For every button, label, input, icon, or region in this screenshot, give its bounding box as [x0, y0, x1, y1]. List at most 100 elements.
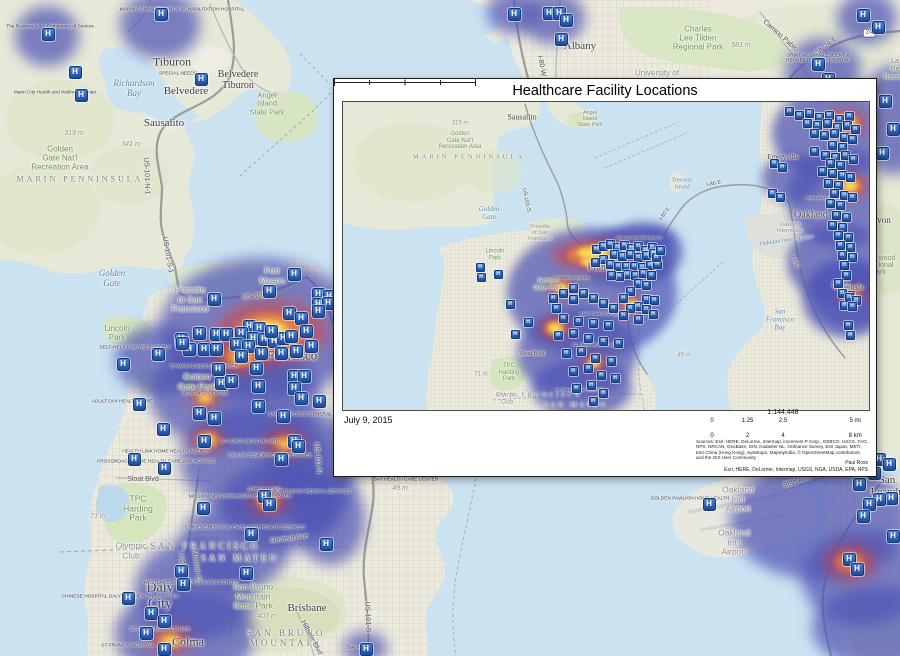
hospital-marker[interactable]: H	[845, 112, 854, 121]
hospital-marker[interactable]: H	[128, 453, 141, 466]
hospital-marker[interactable]: H	[158, 615, 171, 628]
hospital-marker[interactable]: H	[235, 350, 248, 363]
hospital-marker[interactable]: H	[589, 397, 598, 406]
hospital-marker[interactable]: H	[885, 492, 898, 505]
hospital-marker[interactable]: H	[155, 8, 168, 21]
hospital-marker[interactable]: H	[157, 423, 170, 436]
hospital-marker[interactable]: H	[828, 141, 837, 150]
hospital-marker[interactable]: H	[312, 305, 325, 318]
hospital-marker[interactable]: H	[508, 8, 521, 21]
hospital-marker[interactable]: H	[506, 300, 515, 309]
hospital-marker[interactable]: H	[589, 319, 598, 328]
hospital-marker[interactable]: H	[288, 268, 301, 281]
hospital-marker[interactable]: H	[292, 440, 305, 453]
hospital-marker[interactable]: H	[619, 311, 628, 320]
hospital-marker[interactable]: H	[609, 304, 618, 313]
hospital-marker[interactable]: H	[820, 131, 829, 140]
hospital-marker[interactable]: H	[848, 135, 857, 144]
hospital-marker[interactable]: H	[857, 9, 870, 22]
hospital-marker[interactable]: H	[703, 498, 716, 511]
hospital-marker[interactable]: H	[834, 231, 843, 240]
hospital-marker[interactable]: H	[198, 343, 211, 356]
hospital-marker[interactable]: H	[846, 243, 855, 252]
hospital-marker[interactable]: H	[569, 295, 578, 304]
hospital-marker[interactable]: H	[607, 357, 616, 366]
hospital-marker[interactable]: H	[656, 246, 665, 255]
hospital-marker[interactable]: H	[193, 407, 206, 420]
hospital-marker[interactable]: H	[863, 498, 876, 511]
hospital-marker[interactable]: H	[177, 578, 190, 591]
hospital-marker[interactable]: H	[298, 370, 311, 383]
hospital-marker[interactable]: H	[824, 179, 833, 188]
hospital-marker[interactable]: H	[584, 334, 593, 343]
hospital-marker[interactable]: H	[836, 241, 845, 250]
hospital-marker[interactable]: H	[607, 271, 616, 280]
hospital-marker[interactable]: H	[650, 296, 659, 305]
hospital-marker[interactable]: H	[872, 21, 885, 34]
hospital-marker[interactable]: H	[555, 33, 568, 46]
hospital-marker[interactable]: H	[805, 109, 814, 118]
hospital-marker[interactable]: H	[255, 347, 268, 360]
hospital-marker[interactable]: H	[240, 567, 253, 580]
hospital-marker[interactable]: H	[844, 233, 853, 242]
hospital-marker[interactable]: H	[360, 643, 373, 656]
hospital-marker[interactable]: H	[818, 167, 827, 176]
hospital-marker[interactable]: H	[569, 367, 578, 376]
hospital-marker[interactable]: H	[476, 263, 485, 272]
hospital-marker[interactable]: H	[812, 58, 825, 71]
hospital-marker[interactable]: H	[275, 453, 288, 466]
hospital-marker[interactable]: H	[295, 392, 308, 405]
hospital-marker[interactable]: H	[579, 289, 588, 298]
hospital-marker[interactable]: H	[846, 173, 855, 182]
hospital-marker[interactable]: H	[840, 261, 849, 270]
hospital-marker[interactable]: H	[836, 201, 845, 210]
hospital-marker[interactable]: H	[300, 325, 313, 338]
hospital-marker[interactable]: H	[117, 358, 130, 371]
hospital-marker[interactable]: H	[611, 374, 620, 383]
hospital-marker[interactable]: H	[828, 221, 837, 230]
hospital-marker[interactable]: H	[158, 643, 171, 656]
hospital-marker[interactable]: H	[477, 273, 486, 282]
hospital-marker[interactable]: H	[572, 384, 581, 393]
hospital-marker[interactable]: H	[830, 129, 839, 138]
hospital-marker[interactable]: H	[275, 347, 288, 360]
hospital-marker[interactable]: H	[838, 251, 847, 260]
hospital-marker[interactable]: H	[494, 270, 503, 279]
hospital-marker[interactable]: H	[263, 285, 276, 298]
hospital-marker[interactable]: H	[614, 339, 623, 348]
hospital-marker[interactable]: H	[210, 343, 223, 356]
hospital-marker[interactable]: H	[853, 478, 866, 491]
hospital-marker[interactable]: H	[320, 538, 333, 551]
hospital-marker[interactable]: H	[584, 364, 593, 373]
hospital-marker[interactable]: H	[559, 289, 568, 298]
hospital-marker[interactable]: H	[560, 14, 573, 27]
hospital-marker[interactable]: H	[277, 410, 290, 423]
hospital-marker[interactable]: H	[887, 123, 900, 136]
hospital-marker[interactable]: H	[559, 314, 568, 323]
hospital-marker[interactable]: H	[587, 381, 596, 390]
hospital-marker[interactable]: H	[158, 462, 171, 475]
hospital-marker[interactable]: H	[842, 213, 851, 222]
hospital-marker[interactable]: H	[597, 371, 606, 380]
hospital-marker[interactable]: H	[42, 28, 55, 41]
hospital-marker[interactable]: H	[305, 340, 318, 353]
hospital-marker[interactable]: H	[883, 458, 896, 471]
hospital-marker[interactable]: H	[826, 199, 835, 208]
hospital-marker[interactable]: H	[836, 161, 845, 170]
hospital-marker[interactable]: H	[803, 119, 812, 128]
hospital-marker[interactable]: H	[145, 607, 158, 620]
hospital-marker[interactable]: H	[208, 412, 221, 425]
hospital-marker[interactable]: H	[642, 281, 651, 290]
hospital-marker[interactable]: H	[152, 348, 165, 361]
hospital-marker[interactable]: H	[265, 325, 278, 338]
hospital-marker[interactable]: H	[69, 66, 82, 79]
hospital-marker[interactable]: H	[230, 338, 243, 351]
hospital-marker[interactable]: H	[879, 95, 892, 108]
hospital-marker[interactable]: H	[834, 279, 843, 288]
hospital-marker[interactable]: H	[851, 125, 860, 134]
hospital-marker[interactable]: H	[830, 189, 839, 198]
hospital-marker[interactable]: H	[776, 193, 785, 202]
hospital-marker[interactable]: H	[846, 331, 855, 340]
hospital-marker[interactable]: H	[285, 330, 298, 343]
hospital-marker[interactable]: H	[554, 331, 563, 340]
